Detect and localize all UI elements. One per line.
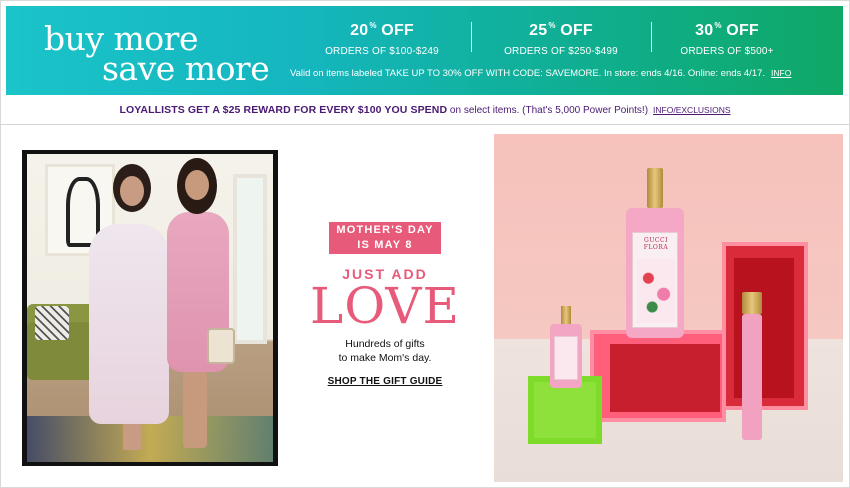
perfume-label-text: GUCCI FLORA [643, 237, 669, 251]
perfume-bottle-small [550, 306, 582, 388]
sub-line2: to make Mom's day. [338, 352, 432, 364]
subheading: Hundreds of gifts to make Mom's day. [300, 337, 470, 365]
tier-range: ORDERS OF $250-$499 [504, 46, 618, 57]
loyallists-rest: on select items. (That's 5,000 Power Poi… [447, 105, 649, 116]
promo-info-link[interactable]: INFO [771, 68, 791, 78]
promo-banner[interactable]: buy more save more 20% OFF ORDERS OF $10… [6, 6, 843, 95]
handbag [207, 328, 235, 364]
perfume-rollerball [742, 292, 762, 440]
tier-percent: 30% OFF [695, 21, 759, 39]
bottle-cap [742, 292, 762, 314]
love-headline: LOVE [310, 277, 460, 335]
info-exclusions-link[interactable]: INFO/EXCLUSIONS [653, 105, 730, 115]
pillow [35, 306, 69, 340]
person-face [120, 176, 144, 206]
tier-20[interactable]: 20% OFF ORDERS OF $100-$249 [302, 21, 462, 57]
photo-gucci-flora-perfume[interactable]: GUCCI FLORA [494, 134, 843, 482]
red-display-box [722, 242, 808, 410]
tier-percent: 20% OFF [350, 21, 414, 39]
loyallists-bold: LOYALLISTS GET A $25 REWARD FOR EVERY $1… [119, 104, 448, 116]
badge-line2: IS MAY 8 [357, 239, 413, 251]
tier-percent: 25% OFF [529, 21, 593, 39]
photo-two-women[interactable] [22, 150, 278, 466]
promo-note: Valid on items labeled TAKE UP TO 30% OF… [290, 68, 791, 79]
bottle-cap [561, 306, 571, 324]
floral-dress [89, 224, 169, 424]
mothers-day-copy: MOTHER'S DAY IS MAY 8 JUST ADD LOVE Hund… [300, 222, 470, 389]
perfume-bottle-large: GUCCI FLORA [626, 168, 684, 338]
tier-25[interactable]: 25% OFF ORDERS OF $250-$499 [481, 21, 641, 57]
person-face [185, 170, 209, 200]
person-legs [183, 368, 207, 448]
badge-line1: MOTHER'S DAY [336, 224, 434, 236]
loyallists-bar: LOYALLISTS GET A $25 REWARD FOR EVERY $1… [0, 95, 850, 125]
tier-range: ORDERS OF $100-$249 [325, 46, 439, 57]
bottle-label: GUCCI FLORA [632, 232, 678, 328]
shop-gift-guide-link[interactable]: SHOP THE GIFT GUIDE [328, 376, 443, 387]
mothers-day-badge: MOTHER'S DAY IS MAY 8 [329, 222, 441, 254]
tier-divider [471, 22, 472, 52]
sub-line1: Hundreds of gifts [345, 338, 425, 350]
tier-range: ORDERS OF $500+ [680, 46, 774, 57]
photo-scene [27, 154, 273, 462]
promo-headline: buy more save more [44, 22, 274, 88]
window [233, 174, 267, 344]
tier-30[interactable]: 30% OFF ORDERS OF $500+ [647, 21, 807, 57]
promo-headline-line2: save more [102, 49, 270, 88]
promo-note-text: Valid on items labeled TAKE UP TO 30% OF… [290, 68, 766, 79]
bottle-cap [647, 168, 663, 208]
bottle-label [554, 336, 578, 380]
pink-display-box [590, 330, 726, 422]
